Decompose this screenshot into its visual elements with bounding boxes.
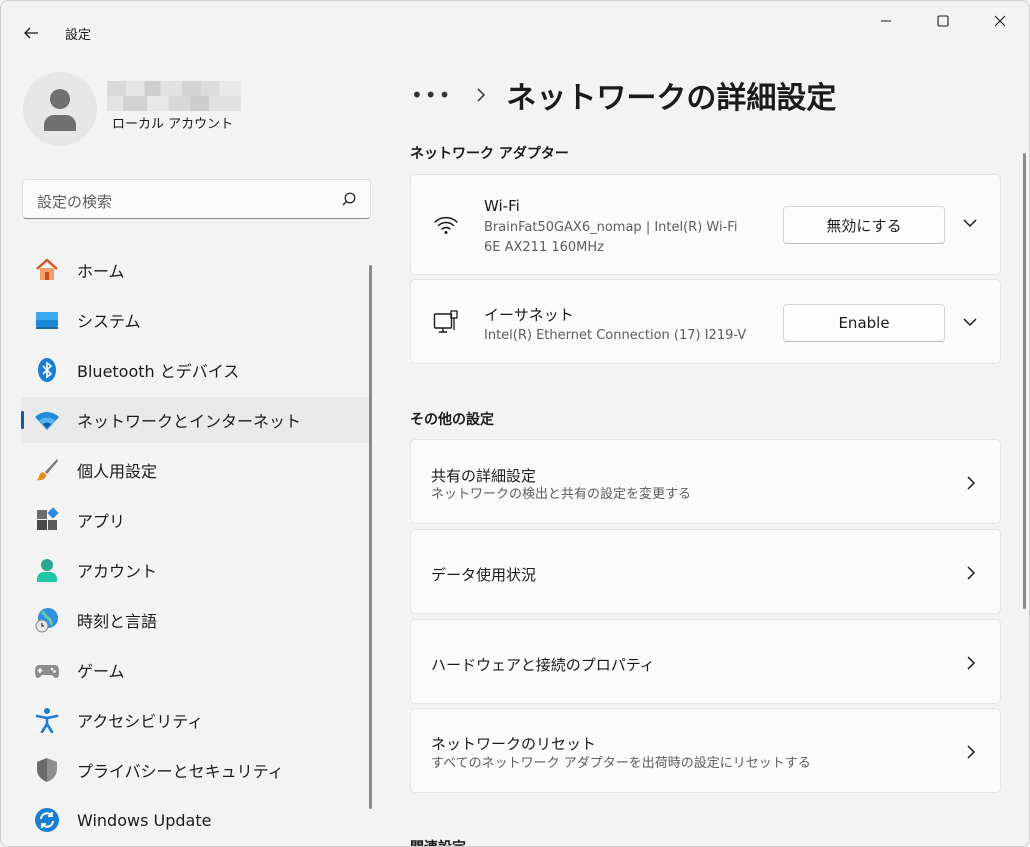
sidebar-item-label: ネットワークとインターネット (77, 412, 302, 431)
sidebar-item-gaming[interactable]: ゲーム (21, 647, 371, 693)
close-icon (994, 15, 1006, 27)
row-title: ハードウェアと接続のプロパティ (431, 656, 655, 674)
accessibility-icon (33, 706, 61, 734)
sidebar-item-label: ゲーム (77, 662, 125, 681)
adapter-description: 6E AX211 160MHz (484, 240, 604, 255)
close-button[interactable] (977, 5, 1023, 37)
row-title: 共有の詳細設定 (431, 467, 537, 485)
back-arrow-icon (24, 27, 38, 39)
back-button[interactable] (15, 17, 47, 49)
maximize-icon (937, 15, 949, 27)
system-icon (33, 306, 61, 334)
globe-clock-icon (33, 606, 61, 634)
sidebar-item-windows-update[interactable]: Windows Update (21, 797, 371, 843)
sidebar-scrollbar[interactable] (369, 265, 372, 809)
shield-icon (33, 756, 61, 784)
user-name-redacted (107, 81, 241, 111)
sidebar-item-apps[interactable]: アプリ (21, 497, 371, 543)
chevron-right-icon (967, 476, 976, 490)
search-icon (342, 192, 356, 206)
wifi-icon (33, 406, 61, 434)
sidebar-item-accounts[interactable]: アカウント (21, 547, 371, 593)
sidebar-item-time-language[interactable]: 時刻と言語 (21, 597, 371, 643)
breadcrumb-more-button[interactable]: ••• (411, 83, 452, 107)
settings-search-box[interactable]: 設定の検索 (22, 179, 371, 219)
chevron-right-icon (477, 88, 486, 102)
sidebar-item-label: 個人用設定 (77, 462, 158, 481)
sidebar-item-privacy[interactable]: プライバシーとセキュリティ (21, 747, 371, 793)
sidebar-item-label: Bluetooth とデバイス (77, 362, 240, 381)
chevron-right-icon (967, 656, 976, 670)
ethernet-icon (433, 310, 458, 333)
sidebar-item-label: アプリ (77, 512, 126, 531)
person-icon (44, 89, 76, 131)
sidebar-item-bluetooth[interactable]: Bluetooth とデバイス (21, 347, 371, 393)
page-title: ネットワークの詳細設定 (506, 81, 837, 116)
maximize-button[interactable] (920, 5, 966, 37)
settings-row-advanced-sharing[interactable]: 共有の詳細設定 ネットワークの検出と共有の設定を変更する (410, 439, 1001, 524)
gamepad-icon (33, 656, 61, 684)
adapter-description: BrainFat50GAX6_nomap | Intel(R) Wi-Fi (484, 220, 738, 235)
disable-button[interactable]: 無効にする (783, 206, 945, 244)
breadcrumb: ••• ネットワークの詳細設定 (411, 73, 836, 117)
sidebar-item-label: アクセシビリティ (77, 712, 204, 731)
more-settings-heading: その他の設定 (410, 412, 494, 428)
chevron-right-icon (967, 745, 976, 759)
related-settings-heading: 関連設定 (410, 837, 466, 846)
account-type-label: ローカル アカウント (112, 117, 234, 132)
home-icon (33, 256, 61, 284)
user-avatar[interactable] (23, 72, 97, 146)
adapter-name: イーサネット (484, 306, 574, 324)
row-subtitle: ネットワークの検出と共有の設定を変更する (431, 487, 692, 502)
adapters-heading: ネットワーク アダプター (410, 146, 569, 162)
sidebar-item-home[interactable]: ホーム (21, 247, 371, 293)
row-subtitle: すべてのネットワーク アダプターを出荷時の設定にリセットする (431, 756, 811, 771)
adapter-name: Wi-Fi (484, 197, 520, 215)
sidebar-item-label: 時刻と言語 (77, 612, 158, 631)
sidebar-nav: ホーム システム Bluetooth とデバイス ネットワークとインターネット … (21, 247, 371, 846)
sidebar-item-personalization[interactable]: 個人用設定 (21, 447, 371, 493)
brush-icon (33, 456, 61, 484)
sidebar-item-label: アカウント (77, 562, 158, 581)
sidebar-item-label: ホーム (77, 262, 125, 281)
sidebar-item-label: システム (77, 312, 141, 331)
update-icon (33, 806, 61, 834)
adapter-description: Intel(R) Ethernet Connection (17) I219-V (484, 328, 747, 343)
search-placeholder: 設定の検索 (37, 193, 113, 211)
settings-row-network-reset[interactable]: ネットワークのリセット すべてのネットワーク アダプターを出荷時の設定にリセット… (410, 708, 1001, 793)
wifi-icon (434, 216, 458, 234)
chevron-down-icon[interactable] (962, 317, 978, 327)
sidebar-item-label: Windows Update (77, 810, 212, 830)
settings-window: 設定 ローカル アカウント 設定の検索 ホーム システム Bluetooth と… (0, 0, 1030, 847)
account-icon (33, 556, 61, 584)
bluetooth-icon (33, 356, 61, 384)
app-title: 設定 (65, 28, 92, 43)
sidebar-item-label: プライバシーとセキュリティ (77, 762, 284, 781)
minimize-icon (881, 20, 891, 22)
sidebar-item-network[interactable]: ネットワークとインターネット (21, 397, 371, 443)
settings-row-data-usage[interactable]: データ使用状況 (410, 529, 1001, 614)
title-bar: 設定 (1, 1, 1029, 49)
sidebar-item-accessibility[interactable]: アクセシビリティ (21, 697, 371, 743)
minimize-button[interactable] (863, 5, 909, 37)
sidebar-item-system[interactable]: システム (21, 297, 371, 343)
row-title: ネットワークのリセット (431, 735, 597, 753)
row-title: データ使用状況 (431, 566, 537, 584)
chevron-right-icon (967, 566, 976, 580)
settings-row-hardware-properties[interactable]: ハードウェアと接続のプロパティ (410, 619, 1001, 704)
adapter-card-wifi[interactable]: Wi-Fi BrainFat50GAX6_nomap | Intel(R) Wi… (410, 174, 1001, 275)
enable-button[interactable]: Enable (783, 304, 945, 342)
chevron-down-icon[interactable] (962, 218, 978, 228)
apps-icon (33, 506, 61, 534)
content-scrollbar[interactable] (1023, 153, 1026, 609)
adapter-card-ethernet[interactable]: イーサネット Intel(R) Ethernet Connection (17)… (410, 279, 1001, 364)
